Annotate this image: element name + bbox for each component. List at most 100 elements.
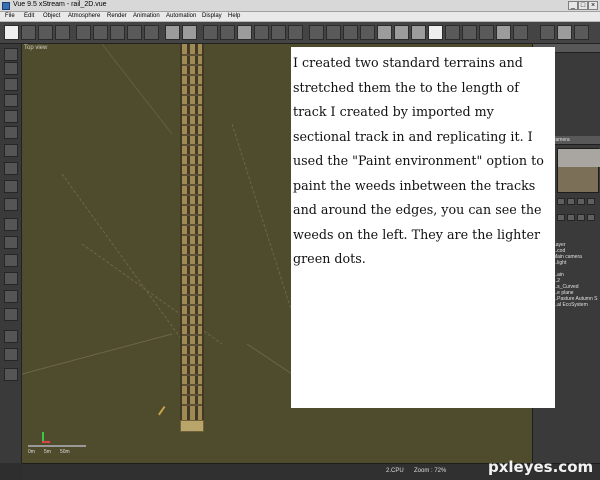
record-icon[interactable] <box>343 25 358 40</box>
undo-icon[interactable] <box>165 25 180 40</box>
menu-help[interactable]: Help <box>228 13 240 19</box>
rail-left <box>187 44 190 428</box>
caption-overlay: I created two standard terrains and stre… <box>291 47 555 408</box>
layer-button-4[interactable] <box>587 214 595 221</box>
menu-file[interactable]: File <box>5 13 15 19</box>
menu-edit[interactable]: Edit <box>24 13 34 19</box>
camera-preview[interactable] <box>557 148 600 193</box>
save-icon[interactable] <box>38 25 53 40</box>
track-tie <box>182 204 202 206</box>
layer-button-1[interactable] <box>557 214 565 221</box>
menu-animation[interactable]: Animation <box>133 13 160 19</box>
scale-ruler <box>28 445 86 447</box>
track-tie <box>182 74 202 76</box>
spot-light-icon[interactable] <box>4 368 18 381</box>
print-icon[interactable] <box>55 25 70 40</box>
preview-button-1[interactable] <box>557 198 565 205</box>
duplicate-icon[interactable] <box>144 25 159 40</box>
mountain-object-icon[interactable] <box>4 110 18 123</box>
align-icon[interactable] <box>496 25 511 40</box>
zoom-in-icon[interactable] <box>377 25 392 40</box>
layer-item[interactable]: ...al EcoSystem <box>553 302 588 308</box>
preview-button-2[interactable] <box>567 198 575 205</box>
display-options-icon[interactable] <box>326 25 341 40</box>
window-title: Vue 9.5 xStream - rail_2D.vue <box>13 1 107 8</box>
track-tie <box>182 384 202 386</box>
menu-object[interactable]: Object <box>43 13 60 19</box>
camera-icon[interactable] <box>309 25 324 40</box>
view-layout-icon[interactable] <box>445 25 460 40</box>
panel-tab-1-icon[interactable] <box>540 25 555 40</box>
track-tie <box>182 314 202 316</box>
plant-object-icon[interactable] <box>4 62 18 75</box>
zoom-fit-icon[interactable] <box>411 25 426 40</box>
track-end-section[interactable] <box>180 420 204 432</box>
path-object-icon[interactable] <box>4 272 18 285</box>
layer-item[interactable]: ...light <box>553 260 566 266</box>
layer-button-2[interactable] <box>567 214 575 221</box>
grid-icon[interactable] <box>462 25 477 40</box>
track-tie <box>182 104 202 106</box>
menu-display[interactable]: Display <box>202 13 222 19</box>
track-tie <box>182 54 202 56</box>
light-object-icon[interactable] <box>4 180 18 193</box>
copy-icon[interactable] <box>93 25 108 40</box>
menu-automation[interactable]: Automation <box>166 13 196 19</box>
panel-tab-3-icon[interactable] <box>574 25 589 40</box>
sun-light-icon[interactable] <box>4 330 18 343</box>
rail-right <box>195 44 198 428</box>
track-tie <box>182 304 202 306</box>
material-icon[interactable] <box>254 25 269 40</box>
text-object-icon[interactable] <box>4 78 18 91</box>
terrain-object-icon[interactable] <box>4 94 18 107</box>
redo-icon[interactable] <box>182 25 197 40</box>
sphere-object-icon[interactable] <box>4 48 18 61</box>
track-tie <box>182 284 202 286</box>
link-icon[interactable] <box>203 25 218 40</box>
minimize-button[interactable]: _ <box>568 1 578 10</box>
new-scene-icon[interactable] <box>4 25 19 40</box>
maximize-button[interactable]: □ <box>578 1 588 10</box>
track-tie <box>182 374 202 376</box>
metablob-object-icon[interactable] <box>4 254 18 267</box>
boolean-object-icon[interactable] <box>4 236 18 249</box>
track-tie <box>182 124 202 126</box>
delete-icon[interactable] <box>127 25 142 40</box>
scale-label-1: 5m <box>44 449 51 455</box>
track-tie <box>182 224 202 226</box>
open-file-icon[interactable] <box>21 25 36 40</box>
point-light-icon[interactable] <box>4 348 18 361</box>
snap-icon[interactable] <box>479 25 494 40</box>
preview-button-4[interactable] <box>587 198 595 205</box>
menu-render[interactable]: Render <box>107 13 127 19</box>
track-tie <box>182 354 202 356</box>
panel-tab-2-icon[interactable] <box>557 25 572 40</box>
rock-object-icon[interactable] <box>4 144 18 157</box>
camera-object-icon[interactable] <box>4 198 18 211</box>
track-tie <box>182 294 202 296</box>
water-object-icon[interactable] <box>4 126 18 139</box>
cloud-object-icon[interactable] <box>4 162 18 175</box>
close-button[interactable]: × <box>588 1 598 10</box>
render-settings-icon[interactable] <box>271 25 286 40</box>
menu-atmosphere[interactable]: Atmosphere <box>68 13 100 19</box>
track-tie <box>182 394 202 396</box>
view-mode-icon[interactable] <box>428 25 443 40</box>
ecosystem-object-icon[interactable] <box>4 308 18 321</box>
paste-icon[interactable] <box>110 25 125 40</box>
layer-button-3[interactable] <box>577 214 585 221</box>
atmosphere-icon[interactable] <box>237 25 252 40</box>
preview-button-3[interactable] <box>577 198 585 205</box>
zoom-out-icon[interactable] <box>394 25 409 40</box>
rail-track[interactable] <box>180 44 204 428</box>
track-tie <box>182 404 202 406</box>
track-tie <box>182 344 202 346</box>
spline-object-icon[interactable] <box>4 290 18 303</box>
primitive-object-icon[interactable] <box>4 218 18 231</box>
sphere-icon[interactable] <box>513 25 528 40</box>
render-icon[interactable] <box>288 25 303 40</box>
cut-icon[interactable] <box>76 25 91 40</box>
scale-icon[interactable] <box>220 25 235 40</box>
track-tie <box>182 324 202 326</box>
timeline-icon[interactable] <box>360 25 375 40</box>
